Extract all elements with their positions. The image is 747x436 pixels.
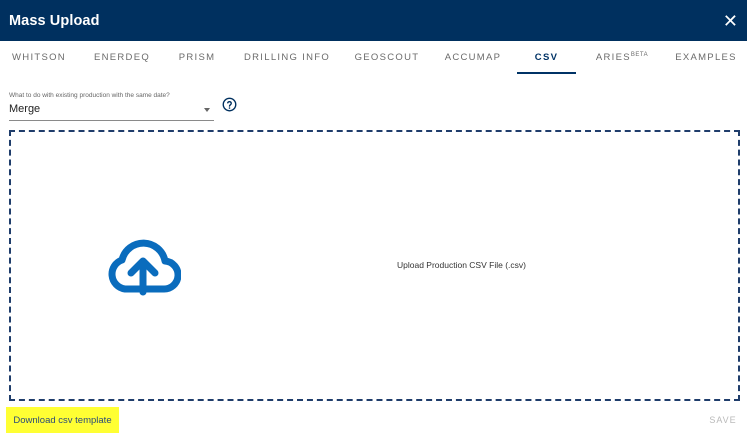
- beta-badge: BETA: [630, 51, 649, 58]
- dialog-header: Mass Upload ✕: [0, 0, 747, 41]
- help-icon[interactable]: [222, 97, 237, 112]
- upload-instructions: Upload Production CSV File (.csv): [397, 260, 526, 270]
- tab-enerdeq[interactable]: ENERDEQ: [87, 41, 157, 74]
- tab-prism[interactable]: PRISM: [162, 41, 232, 74]
- existing-production-value: Merge: [9, 103, 41, 115]
- cloud-upload-icon: [108, 239, 181, 296]
- csv-dropzone[interactable]: Upload Production CSV File (.csv): [9, 130, 740, 401]
- close-icon[interactable]: ✕: [723, 12, 738, 30]
- caret-down-icon: [204, 108, 210, 112]
- tab-geoscout[interactable]: GEOSCOUT: [352, 41, 422, 74]
- dialog-title: Mass Upload: [9, 12, 100, 29]
- download-csv-template-button[interactable]: Download csv template: [6, 407, 119, 433]
- tab-drilling-info[interactable]: DRILLING INFO: [242, 41, 332, 74]
- tab-whitson[interactable]: WHITSON: [4, 41, 74, 74]
- select-underline: [9, 120, 214, 121]
- source-tabs: WHITSON ENERDEQ PRISM DRILLING INFO GEOS…: [0, 41, 747, 74]
- tab-examples[interactable]: EXAMPLES: [671, 41, 741, 74]
- existing-production-select[interactable]: What to do with existing production with…: [9, 92, 214, 121]
- tab-aries[interactable]: ARIES BETA: [587, 41, 657, 74]
- tab-accumap[interactable]: ACCUMAP: [438, 41, 508, 74]
- existing-production-label: What to do with existing production with…: [9, 92, 170, 99]
- tab-csv[interactable]: CSV: [517, 41, 576, 74]
- save-button[interactable]: SAVE: [705, 411, 741, 429]
